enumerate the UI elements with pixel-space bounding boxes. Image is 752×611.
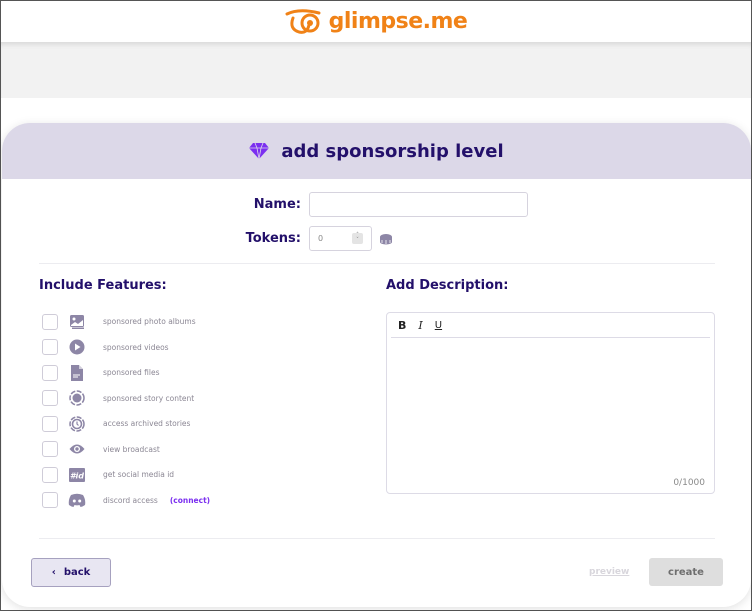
brand-name: glimpse.me: [328, 9, 468, 34]
back-button[interactable]: ‹ back: [31, 558, 111, 587]
tokens-label: Tokens:: [245, 231, 301, 246]
name-input[interactable]: [309, 192, 528, 217]
tokens-value: 0: [318, 234, 324, 243]
feature-checkbox[interactable]: [42, 492, 58, 509]
feature-label: discord access: [103, 495, 158, 505]
feature-label: sponsored files: [103, 368, 160, 378]
features-list: sponsored photo albums sponsored videos …: [42, 309, 210, 513]
coin-stack-icon: [380, 233, 392, 244]
brand-logo[interactable]: glimpse.me: [285, 8, 468, 35]
editor-toolbar: B I U: [391, 313, 710, 338]
feature-checkbox[interactable]: [42, 466, 58, 483]
feature-label: access archived stories: [103, 419, 191, 429]
story-ring-icon: [68, 389, 86, 407]
feature-label: sponsored photo albums: [103, 317, 196, 327]
feature-item: access archived stories: [42, 411, 210, 437]
archive-clock-icon: [68, 415, 86, 433]
section-divider: [39, 263, 715, 264]
feature-item: sponsored files: [42, 360, 210, 386]
eye-logo-icon: [285, 8, 321, 34]
back-label: back: [63, 567, 91, 578]
tokens-stepper[interactable]: ˆˇ: [352, 233, 363, 244]
underline-button[interactable]: U: [435, 320, 442, 331]
name-row: Name:: [2, 192, 537, 217]
feature-label: sponsored story content: [103, 393, 195, 403]
feature-label: get social media id: [103, 470, 175, 480]
feature-item: sponsored story content: [42, 386, 210, 412]
tokens-input[interactable]: 0 ˆˇ: [309, 226, 372, 251]
bold-button[interactable]: B: [398, 319, 406, 332]
discord-connect-link[interactable]: (connect): [170, 496, 210, 505]
feature-label: sponsored videos: [103, 342, 169, 352]
name-label: Name:: [253, 197, 301, 212]
tokens-row: Tokens: 0 ˆˇ: [2, 226, 393, 251]
character-counter: 0/1000: [673, 478, 705, 488]
description-title: Add Description:: [386, 278, 509, 293]
header-band: [1, 42, 751, 98]
feature-checkbox[interactable]: [42, 339, 58, 356]
top-bar: glimpse.me: [1, 1, 751, 42]
create-button[interactable]: create: [649, 558, 723, 586]
svg-text:#id: #id: [70, 471, 84, 480]
file-icon: [68, 364, 86, 382]
photo-album-icon: [68, 313, 86, 331]
italic-button[interactable]: I: [418, 319, 422, 332]
features-title: Include Features:: [39, 278, 167, 293]
preview-link[interactable]: preview: [589, 567, 629, 577]
dialog-header: add sponsorship level: [2, 123, 751, 179]
eye-icon: [68, 440, 86, 458]
feature-checkbox[interactable]: [42, 415, 58, 432]
feature-item: #id get social media id: [42, 462, 210, 488]
play-circle-icon: [68, 338, 86, 356]
feature-checkbox[interactable]: [42, 441, 58, 458]
feature-checkbox[interactable]: [42, 364, 58, 381]
chevron-left-icon: ‹: [51, 567, 56, 578]
feature-item: sponsored videos: [42, 335, 210, 361]
discord-icon: [68, 491, 86, 509]
feature-item: view broadcast: [42, 437, 210, 463]
dialog-title: add sponsorship level: [281, 140, 504, 162]
feature-item: discord access (connect): [42, 488, 210, 514]
social-id-icon: #id: [68, 466, 86, 484]
diamond-icon: [249, 142, 270, 160]
sponsorship-dialog: add sponsorship level Name: Tokens: 0 ˆˇ…: [2, 123, 751, 607]
description-editor[interactable]: B I U 0/1000: [386, 312, 715, 494]
feature-checkbox[interactable]: [42, 390, 58, 407]
feature-label: view broadcast: [103, 444, 160, 454]
feature-item: sponsored photo albums: [42, 309, 210, 335]
footer-divider: [39, 538, 715, 539]
feature-checkbox[interactable]: [42, 313, 58, 330]
